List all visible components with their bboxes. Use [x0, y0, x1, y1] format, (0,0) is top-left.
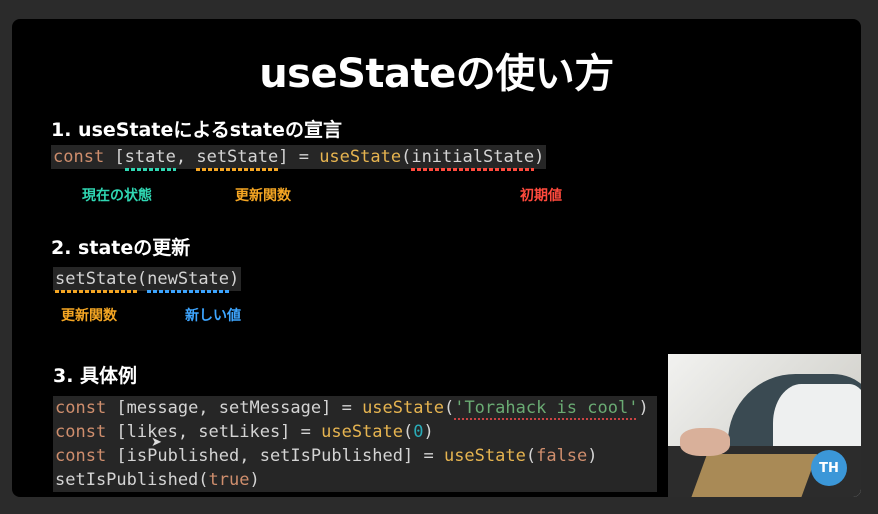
- code-text: ): [249, 470, 260, 490]
- code-new-state-arg: newState: [147, 269, 230, 289]
- keyboard: [688, 454, 818, 497]
- example-line: const [isPublished, setIsPublished] = us…: [55, 444, 655, 468]
- label-current-state: 現在の状態: [82, 188, 152, 204]
- code-text: ): [638, 398, 649, 418]
- example-line: const [likes, setLikes] = useState(0): [55, 420, 655, 444]
- code-text: [: [104, 147, 125, 167]
- code-text: ): [587, 446, 598, 466]
- code-text: ): [229, 269, 240, 289]
- presenter-hand: [680, 428, 730, 456]
- code-text: (: [136, 269, 148, 289]
- code-keyword: const: [55, 422, 107, 442]
- label-updater: 更新関数: [235, 188, 291, 204]
- label-new-value: 新しい値: [185, 308, 241, 324]
- code-keyword: const: [55, 446, 107, 466]
- code-keyword: const: [53, 147, 105, 167]
- code-string: 'Torahack is cool': [454, 398, 639, 418]
- code-text: ): [423, 422, 434, 442]
- label-updater-2: 更新関数: [61, 308, 117, 324]
- code-number: 0: [413, 422, 424, 442]
- code-text: (: [401, 147, 412, 167]
- code-text: (: [443, 398, 455, 418]
- code-function: useState: [319, 147, 402, 167]
- section2-heading: 2. stateの更新: [51, 237, 191, 259]
- example-line: const [message, setMessage] = useState('…: [55, 396, 655, 420]
- example-line: setIsPublished(true): [55, 468, 655, 492]
- code-text: ] =: [278, 147, 320, 167]
- code-function: useState: [321, 422, 404, 442]
- webcam-overlay: TH: [668, 354, 861, 497]
- code-state-var: state: [124, 147, 176, 167]
- code-text: ): [534, 147, 545, 167]
- mascot-logo-icon: TH: [811, 450, 847, 486]
- code-keyword: const: [55, 398, 107, 418]
- section2-code: setState(newState): [53, 267, 242, 291]
- section3-heading: 3. 具体例: [53, 365, 138, 387]
- section1-heading: 1. useStateによるstateの宣言: [51, 119, 342, 141]
- slide-title: useStateの使い方: [259, 51, 614, 97]
- code-initial-arg: initialState: [411, 147, 535, 167]
- code-boolean: true: [208, 470, 250, 490]
- section3-code: const [message, setMessage] = useState('…: [53, 396, 657, 492]
- code-text: [message, setMessage] =: [106, 398, 363, 418]
- code-text: ,: [175, 147, 197, 167]
- code-function: useState: [362, 398, 444, 418]
- code-text: (: [403, 422, 414, 442]
- section1-code: const [state, setState] = useState(initi…: [51, 145, 547, 169]
- code-function: useState: [443, 446, 526, 466]
- code-text: [likes, setLikes] =: [106, 422, 322, 442]
- code-text: (: [525, 446, 537, 466]
- code-setter-var: setState: [196, 147, 279, 167]
- mouse-pointer-icon: ➤: [151, 435, 162, 450]
- code-text: setIsPublished(: [55, 470, 209, 490]
- code-boolean: false: [536, 446, 588, 466]
- code-setter-call: setState: [55, 269, 137, 289]
- label-initial: 初期値: [520, 188, 562, 204]
- slide-frame: useStateの使い方 1. useStateによるstateの宣言 cons…: [12, 19, 861, 497]
